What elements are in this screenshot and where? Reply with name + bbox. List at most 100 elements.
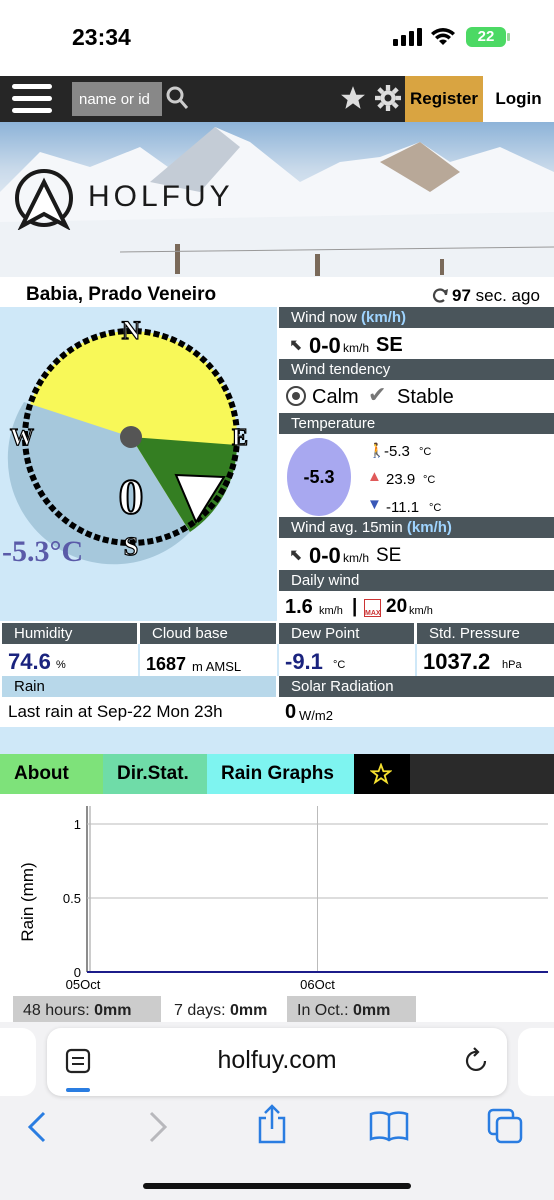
chart-x-tick-label: 06Oct: [300, 977, 335, 992]
rain-chart: 00.51 05Oct 06Oct Rain (mm): [18, 806, 548, 992]
url-text[interactable]: holfuy.com: [47, 1046, 507, 1075]
rain-48h-summary: 48 hours: 0mm: [13, 996, 161, 1022]
chart-y-ticks: 00.51: [63, 817, 81, 980]
login-button[interactable]: Login: [483, 76, 554, 122]
next-tab-peek[interactable]: [518, 1028, 554, 1096]
wind-tendency-header: Wind tendency: [279, 359, 554, 380]
daily-wind-header: Daily wind: [279, 570, 554, 591]
pressure-unit: hPa: [502, 659, 522, 671]
battery-tip: [507, 33, 510, 41]
register-button[interactable]: Register: [405, 76, 483, 122]
min-temp-unit: °C: [429, 502, 442, 514]
wind-now-header: Wind now (km/h): [279, 307, 554, 328]
daily-wind-avg-unit: km/h: [319, 605, 343, 617]
wind-compass: N S E W 0: [7, 315, 249, 565]
tabs-icon[interactable]: [486, 1107, 524, 1145]
min-temp-triangle-icon: ▼: [367, 496, 382, 513]
min-temp-value: -11.1: [386, 499, 420, 516]
last-rain-text: Last rain at Sep-22 Mon 23h: [8, 702, 223, 721]
search-icon[interactable]: [165, 85, 189, 111]
rain-month-summary: In Oct.: 0mm: [287, 996, 416, 1022]
daily-wind-separator: |: [352, 596, 358, 617]
settings-gear-icon[interactable]: [375, 85, 401, 111]
tab-about[interactable]: About: [0, 754, 103, 794]
feels-like-temp: -5.3: [384, 443, 410, 460]
chart-y-axis-label: Rain (mm): [18, 862, 37, 941]
chart-x-tick-label: 05Oct: [66, 977, 101, 992]
wind-direction-arrow-icon: ⬉: [289, 337, 303, 354]
search-input[interactable]: [72, 82, 162, 116]
check-icon: ✔: [368, 382, 387, 407]
rain-row: Last rain at Sep-22 Mon 23h: [2, 697, 276, 727]
max-gust-icon: MAX: [364, 599, 381, 617]
temperature-row: -5.3 🚶 -5.3 °C ▲ 23.9 °C ▼ -11.1 °C: [279, 434, 554, 518]
compass-north-label: N: [122, 316, 141, 345]
status-time: 23:34: [72, 24, 131, 50]
dew-point-header: Dew Point: [279, 623, 414, 644]
header-banner: HOLFUY: [0, 122, 554, 277]
tab-rain-graphs[interactable]: Rain Graphs: [207, 754, 354, 794]
favorite-star-outline-icon: [370, 763, 392, 785]
daily-wind-avg-value: 1.6: [285, 596, 313, 618]
wind-now-value: 0-0: [309, 333, 341, 358]
compass-temperature: -5.3°C: [2, 535, 84, 568]
solar-value: 0: [285, 701, 297, 723]
favorites-star-icon[interactable]: [340, 85, 366, 111]
forward-icon[interactable]: [145, 1110, 171, 1144]
solar-row: 0 W/m2: [279, 697, 554, 727]
wind-tendency-row: Calm ✔ Stable: [279, 380, 554, 413]
person-icon: 🚶: [368, 442, 386, 458]
wind-avg-header: Wind avg. 15min (km/h): [279, 517, 554, 538]
share-icon[interactable]: [256, 1104, 288, 1144]
max-temp-triangle-icon: ▲: [367, 468, 382, 485]
previous-tab-peek[interactable]: [0, 1028, 36, 1096]
home-indicator: [143, 1183, 411, 1189]
humidity-value: 74.6: [8, 649, 51, 674]
calm-label: Calm: [312, 386, 359, 408]
chart-y-tick-label: 0.5: [63, 891, 81, 906]
temperature-header: Temperature: [279, 413, 554, 434]
humidity-unit: %: [56, 659, 66, 671]
wind-now-direction: SE: [376, 334, 403, 356]
wind-avg-unit: km/h: [343, 551, 370, 565]
max-temp-value: 23.9: [386, 471, 416, 488]
tab-dir-stat[interactable]: Dir.Stat.: [103, 754, 207, 794]
tabs-spacer: [0, 727, 554, 754]
compass-wind-value: 0: [119, 468, 144, 524]
wind-now-row: ⬉ 0-0 km/h SE: [279, 328, 554, 359]
wind-avg-direction-arrow-icon: ⬉: [289, 547, 303, 564]
back-icon[interactable]: [24, 1110, 50, 1144]
bookmarks-icon[interactable]: [368, 1110, 410, 1142]
pressure-header: Std. Pressure: [417, 623, 554, 644]
battery-indicator: 22: [466, 27, 506, 47]
rain-header: Rain: [2, 676, 276, 697]
station-name: Babia, Prado Veneiro: [26, 284, 217, 305]
cloud-base-header: Cloud base: [140, 623, 276, 644]
compass-west-label: W: [10, 425, 34, 451]
stable-label: Stable: [397, 386, 454, 408]
tab-favorite[interactable]: [354, 754, 410, 794]
update-age: 97 sec. ago: [452, 286, 540, 305]
reload-icon[interactable]: [464, 1046, 490, 1074]
solar-unit: W/m2: [299, 708, 333, 723]
chart-grid: [86, 806, 548, 973]
rain-7d-summary: 7 days: 0mm: [164, 996, 283, 1022]
menu-icon[interactable]: [12, 84, 52, 114]
top-nav: Register Login: [0, 76, 554, 122]
feels-like-unit: °C: [419, 446, 432, 458]
wind-avg-direction: SE: [376, 545, 402, 566]
wind-now-unit: km/h: [343, 341, 370, 355]
wifi-icon: [431, 28, 455, 45]
chart-x-ticks: 05Oct 06Oct: [66, 977, 336, 992]
dew-point-value: -9.1: [285, 649, 323, 674]
holfuy-logo-text: HOLFUY: [88, 180, 234, 213]
daily-wind-max-unit: km/h: [409, 605, 433, 617]
signal-icon: [393, 28, 422, 46]
max-temp-unit: °C: [423, 474, 436, 486]
cloud-base-value: 1687: [146, 654, 187, 674]
current-temperature-bubble: -5.3: [287, 438, 351, 516]
pressure-value: 1037.2: [423, 649, 491, 674]
holfuy-logo-icon: [15, 169, 73, 230]
dew-point-unit: °C: [333, 659, 346, 671]
refresh-icon[interactable]: [431, 287, 449, 305]
